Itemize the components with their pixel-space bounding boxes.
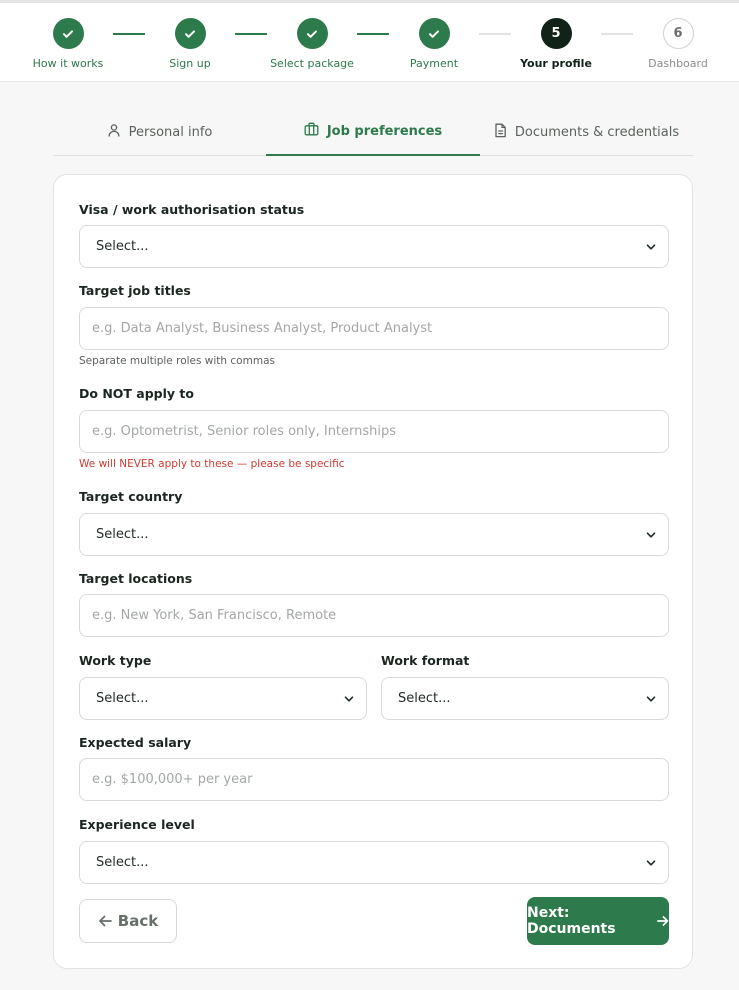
visa-select-value: Select... [96,239,149,254]
job-titles-input[interactable]: e.g. Data Analyst, Business Analyst, Pro… [79,307,669,350]
visa-select[interactable]: Select... [79,225,669,268]
step-label: How it works [32,57,104,70]
experience-select-value: Select... [96,855,149,870]
chevron-down-icon [344,695,354,702]
next-documents-button[interactable]: Next: Documents [527,897,669,945]
chevron-down-icon [646,859,656,866]
experience-select[interactable]: Select... [79,841,669,884]
arrow-right-icon [657,916,669,926]
locations-input[interactable]: e.g. New York, San Francisco, Remote [79,594,669,637]
country-select-value: Select... [96,527,149,542]
chevron-down-icon [646,243,656,250]
do-not-apply-label: Do NOT apply to [79,386,194,401]
work-format-select[interactable]: Select... [381,677,669,720]
tab-label: Personal info [128,124,213,140]
progress-stepper: How it works Sign up Select package Paym… [0,0,739,82]
work-type-select[interactable]: Select... [79,677,367,720]
work-type-select-value: Select... [96,691,149,706]
step-how-it-works[interactable]: How it works [13,18,123,70]
visa-label: Visa / work authorisation status [79,202,305,217]
work-format-label: Work format [381,653,470,668]
step-label: Payment [409,57,459,70]
job-titles-placeholder: e.g. Data Analyst, Business Analyst, Pro… [92,321,433,336]
tab-label: Job preferences [326,123,443,139]
salary-placeholder: e.g. $100,000+ per year [92,772,253,787]
tab-job-preferences[interactable]: Job preferences [266,108,480,156]
work-format-select-value: Select... [398,691,451,706]
tab-personal-info[interactable]: Personal info [53,108,266,156]
step-number: 6 [662,18,694,49]
step-label: Select package [270,57,354,70]
step-number: 5 [540,18,572,49]
check-icon [418,18,450,49]
salary-label: Expected salary [79,735,192,750]
experience-label: Experience level [79,817,195,832]
step-label: Sign up [169,57,211,70]
chevron-down-icon [646,695,656,702]
chevron-down-icon [646,531,656,538]
job-titles-hint: Separate multiple roles with commas [79,355,275,367]
briefcase-icon [304,122,319,140]
check-icon [52,18,84,49]
salary-input[interactable]: e.g. $100,000+ per year [79,758,669,801]
user-icon [107,123,121,141]
step-select-package[interactable]: Select package [257,18,367,70]
next-button-label: Next: Documents [527,905,616,937]
step-sign-up[interactable]: Sign up [135,18,245,70]
work-type-label: Work type [79,653,152,668]
back-button[interactable]: Back [79,899,177,943]
arrow-left-icon [98,915,112,927]
do-not-apply-placeholder: e.g. Optometrist, Senior roles only, Int… [92,424,397,439]
back-button-label: Back [117,912,159,930]
step-your-profile[interactable]: 5 Your profile [501,18,611,70]
profile-tabs: Personal info Job preferences Documents … [53,108,693,156]
step-label: Dashboard [648,57,708,70]
check-icon [174,18,206,49]
country-label: Target country [79,489,183,504]
step-payment[interactable]: Payment [379,18,489,70]
document-icon [494,123,507,142]
tab-documents-credentials[interactable]: Documents & credentials [480,108,693,156]
job-titles-label: Target job titles [79,283,191,298]
step-label: Your profile [520,57,592,70]
job-preferences-form: Visa / work authorisation status Select.… [53,174,693,969]
do-not-apply-warning: We will NEVER apply to these — please be… [79,458,345,470]
step-dashboard[interactable]: 6 Dashboard [623,18,733,70]
locations-placeholder: e.g. New York, San Francisco, Remote [92,608,337,623]
check-icon [296,18,328,49]
do-not-apply-input[interactable]: e.g. Optometrist, Senior roles only, Int… [79,410,669,453]
tab-label: Documents & credentials [514,124,680,140]
country-select[interactable]: Select... [79,513,669,556]
locations-label: Target locations [79,571,193,586]
